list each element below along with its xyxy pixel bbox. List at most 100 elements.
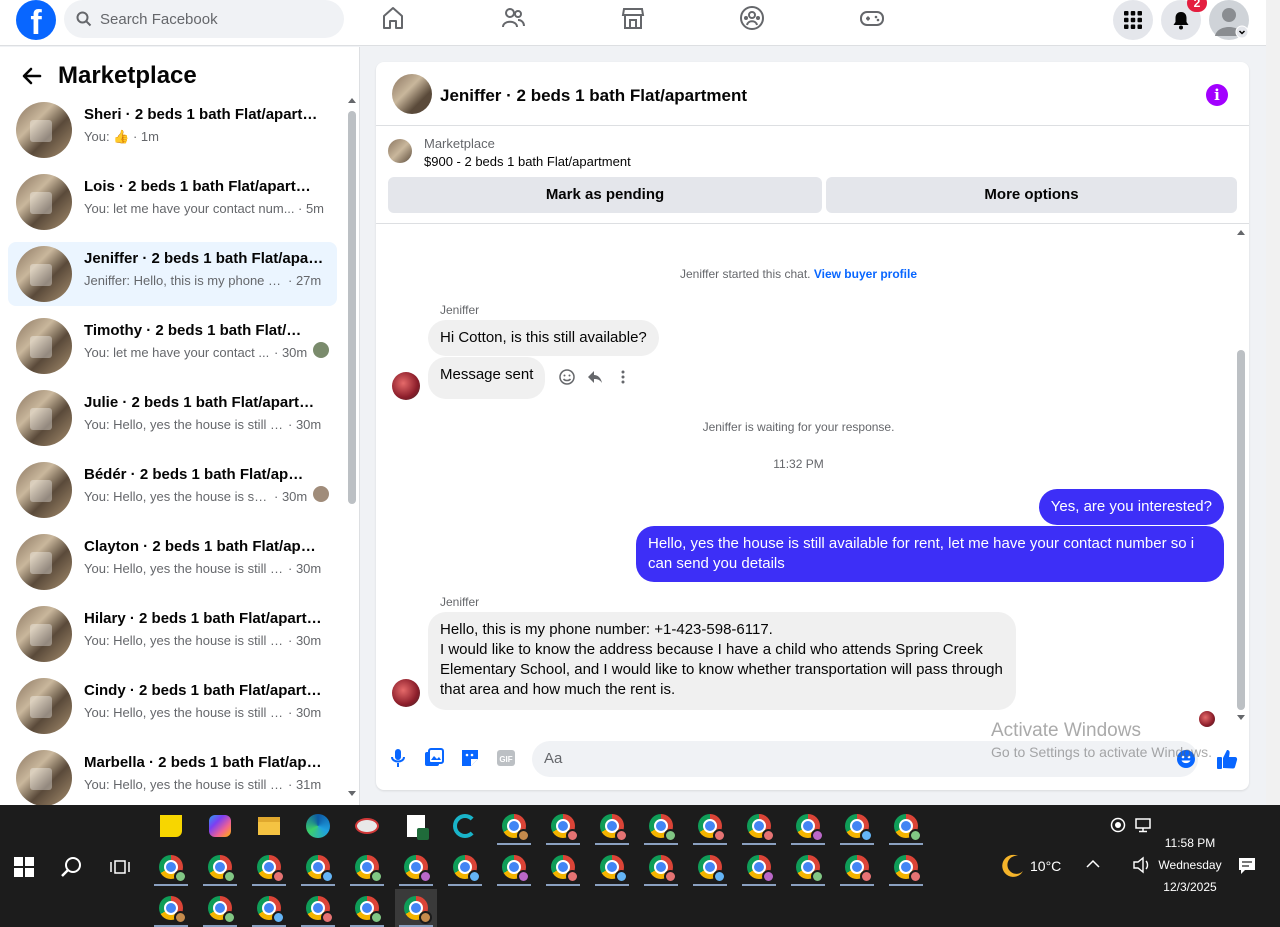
conversation-item[interactable]: Clayton · 2 beds 1 bath Flat/apartment Y… [8,530,337,594]
file-explorer-icon[interactable] [248,807,290,845]
clock-time[interactable]: 11:58 PM [1160,836,1220,850]
sticky-notes-icon[interactable] [150,807,192,845]
conversation-item[interactable]: Marbella · 2 beds 1 bath Flat/apartment … [8,746,337,805]
chrome-icon[interactable] [787,807,829,845]
sender-avatar[interactable] [392,679,420,707]
outgoing-message[interactable]: Hello, yes the house is still available … [636,526,1224,582]
chrome-icon[interactable] [885,807,927,845]
home-icon[interactable] [380,5,408,33]
notifications-button[interactable]: 2 [1161,0,1207,40]
incoming-message[interactable]: Hello, this is my phone number: +1-423-5… [428,612,1016,710]
chrome-icon[interactable] [885,848,927,886]
incoming-message[interactable]: Message sent [428,357,546,399]
chrome-icon[interactable] [150,889,192,927]
conversation-item[interactable]: Julie · 2 beds 1 bath Flat/apartment You… [8,386,337,450]
clock-day[interactable]: Wednesday [1156,858,1224,872]
chrome-icon[interactable] [591,807,633,845]
groups-icon[interactable] [739,5,767,33]
microphone-icon[interactable] [388,748,408,768]
listing-text[interactable]: $900 - 2 beds 1 bath Flat/apartment [424,154,631,169]
record-icon[interactable] [1110,817,1126,833]
chrome-icon[interactable] [493,848,535,886]
page-scrollbar[interactable] [1266,0,1280,805]
sender-avatar[interactable] [392,372,420,400]
volume-icon[interactable] [1132,856,1152,874]
chrome-icon[interactable] [199,889,241,927]
task-view-icon[interactable] [110,857,130,877]
incoming-message[interactable]: Hi Cotton, is this still available? [428,320,659,356]
weather-moon-icon[interactable] [1000,853,1026,879]
chrome-icon[interactable] [836,807,878,845]
reply-icon[interactable] [586,368,604,386]
conversation-item-active[interactable]: Jeniffer · 2 beds 1 bath Flat/apartment … [8,242,337,306]
inbox-scrollbar-thumb[interactable] [348,111,356,504]
photo-icon[interactable] [424,748,444,768]
facebook-logo[interactable]: f [16,0,56,40]
conversation-item[interactable]: Lois · 2 beds 1 bath Flat/apartment You:… [8,170,337,234]
account-button[interactable] [1209,0,1249,40]
chrome-icon[interactable] [346,848,388,886]
menu-grid-button[interactable] [1113,0,1153,40]
view-buyer-profile-link[interactable]: View buyer profile [814,267,917,281]
chrome-icon[interactable] [591,848,633,886]
chrome-icon[interactable] [542,848,584,886]
chrome-icon[interactable] [542,807,584,845]
chrome-icon[interactable] [493,807,535,845]
notification-center-icon[interactable] [1238,857,1256,875]
conversation-item[interactable]: Cindy · 2 beds 1 bath Flat/apartment You… [8,674,337,738]
chrome-icon[interactable] [787,848,829,886]
clock-date[interactable]: 12/3/2025 [1160,880,1220,894]
chrome-icon[interactable] [640,848,682,886]
thumbs-up-icon[interactable] [1216,748,1238,770]
conversation-item[interactable]: Timothy · 2 beds 1 bath Flat/apartment Y… [8,314,337,378]
chrome-icon[interactable] [738,807,780,845]
friends-icon[interactable] [500,5,528,33]
conversation-item[interactable]: Hilary · 2 beds 1 bath Flat/apartment Yo… [8,602,337,666]
info-icon[interactable]: i [1206,84,1228,106]
chrome-icon[interactable] [150,848,192,886]
chat-scrollbar-thumb[interactable] [1237,350,1245,710]
chrome-icon-active[interactable] [395,889,437,927]
search-bar[interactable]: Search Facebook [64,0,344,38]
network-icon[interactable] [1134,817,1152,833]
back-arrow-icon[interactable] [20,64,44,88]
listing-thumbnail[interactable] [388,139,412,163]
taskbar-search-icon[interactable] [60,855,84,879]
conversation-item[interactable]: Sheri · 2 beds 1 bath Flat/apartment You… [8,98,337,162]
chrome-icon[interactable] [738,848,780,886]
chat-avatar[interactable] [392,74,432,114]
conversation-item[interactable]: Bédér · 2 beds 1 bath Flat/apartment You… [8,458,337,522]
gaming-icon[interactable] [859,5,887,33]
chrome-icon[interactable] [444,848,486,886]
chrome-icon[interactable] [248,848,290,886]
more-icon[interactable] [614,368,632,386]
wave-app-icon[interactable] [444,807,486,845]
chrome-icon[interactable] [199,848,241,886]
chrome-icon[interactable] [297,889,339,927]
chrome-icon[interactable] [395,848,437,886]
react-icon[interactable] [558,368,576,386]
chrome-icon[interactable] [640,807,682,845]
chrome-icon[interactable] [248,889,290,927]
gif-icon[interactable]: GIF [496,748,516,768]
mark-as-pending-button[interactable]: Mark as pending [388,177,822,213]
edge-icon[interactable] [297,807,339,845]
snipping-tool-icon[interactable] [346,807,388,845]
document-app-icon[interactable] [395,807,437,845]
marketplace-icon[interactable] [620,5,648,33]
weather-temp[interactable]: 10°C [1030,858,1061,874]
chrome-icon[interactable] [689,848,731,886]
chat-header: Jeniffer · 2 beds 1 bath Flat/apartment … [376,62,1249,126]
conversation-title: Julie · 2 beds 1 bath Flat/apartment [84,394,324,411]
windows-start-icon[interactable] [14,857,34,877]
copilot-icon[interactable] [199,807,241,845]
chrome-icon[interactable] [297,848,339,886]
outgoing-message[interactable]: Yes, are you interested? [1038,489,1224,525]
chrome-icon[interactable] [346,889,388,927]
more-options-button[interactable]: More options [826,177,1237,213]
chrome-icon[interactable] [836,848,878,886]
chrome-icon[interactable] [689,807,731,845]
chevron-up-icon[interactable] [1086,859,1100,869]
sticker-icon[interactable] [460,748,480,768]
chat-title[interactable]: Jeniffer · 2 beds 1 bath Flat/apartment [440,86,747,106]
